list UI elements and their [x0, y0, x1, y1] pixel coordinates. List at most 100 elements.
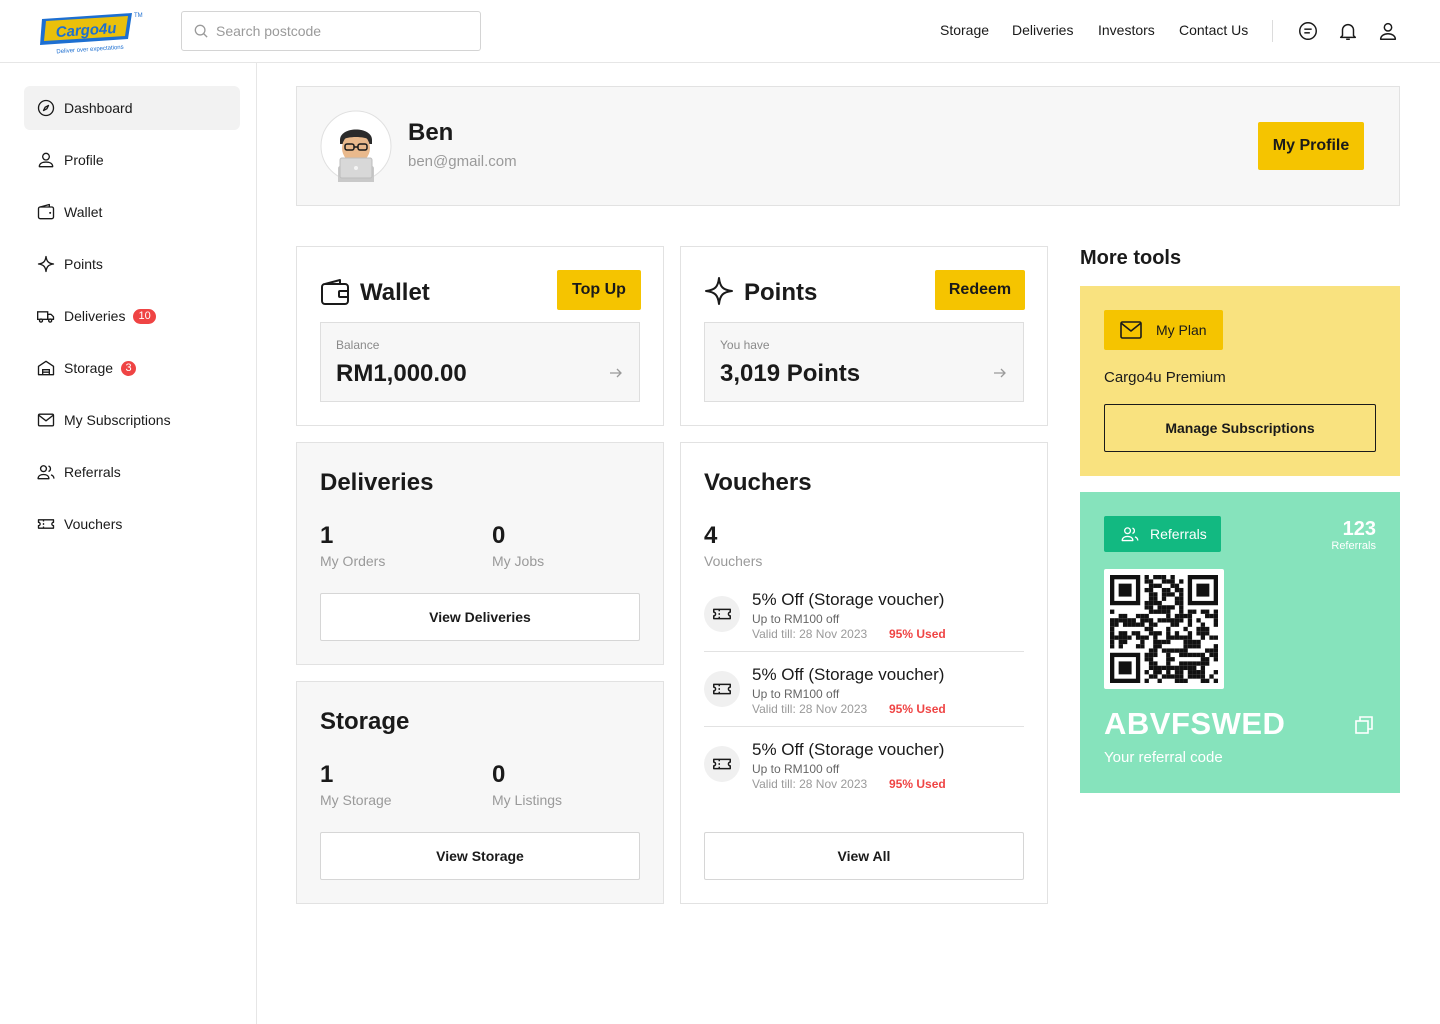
search-input[interactable] [216, 23, 466, 39]
chat-icon[interactable] [1297, 20, 1319, 42]
wallet-icon [37, 203, 55, 220]
my-jobs-value: 0 [492, 522, 506, 549]
sidebar-item-deliveries[interactable]: Deliveries 10 [24, 294, 240, 338]
points-card: Points Redeem You have 3,019 Points [680, 246, 1048, 426]
deliveries-badge: 10 [133, 308, 156, 324]
my-plan-card: My Plan Cargo4u Premium Manage Subscript… [1080, 286, 1400, 476]
view-all-vouchers-button[interactable]: View All [704, 832, 1024, 880]
sidebar-item-points[interactable]: Points [24, 242, 240, 286]
user-icon[interactable] [1377, 20, 1399, 42]
storage-card: Storage 1 My Storage 0 My Listings View … [296, 681, 664, 904]
users-icon [1121, 527, 1139, 542]
user-icon [38, 152, 54, 168]
sparkle-icon [705, 277, 733, 305]
referrals-button-label: Referrals [1150, 526, 1207, 542]
sidebar-item-vouchers[interactable]: Vouchers [24, 502, 240, 546]
voucher-title: 5% Off (Storage voucher) [752, 740, 945, 759]
compass-icon [37, 99, 55, 117]
topnav-investors[interactable]: Investors [1098, 22, 1155, 38]
wallet-icon [321, 279, 349, 305]
cargo4u-logo[interactable]: Cargo4u TM Deliver over expectations [38, 9, 148, 55]
voucher-divider [704, 726, 1024, 727]
top-up-button[interactable]: Top Up [557, 270, 641, 310]
users-icon [37, 465, 55, 480]
sidebar-item-label: Wallet [64, 204, 103, 220]
sidebar-item-label: Storage [64, 360, 114, 376]
profile-email: ben@gmail.com [408, 153, 517, 170]
ticket-icon [704, 671, 740, 707]
points-title: Points [744, 279, 818, 306]
my-storage-label: My Storage [320, 792, 392, 808]
ticket-icon [704, 596, 740, 632]
voucher-valid: Valid till: 28 Nov 2023 [752, 702, 868, 716]
my-profile-button[interactable]: My Profile [1258, 122, 1364, 170]
avatar[interactable] [320, 110, 392, 182]
referrals-count-label: Referrals [1331, 540, 1376, 552]
profile-card: Ben ben@gmail.com My Profile [296, 86, 1400, 206]
search-box[interactable] [181, 11, 481, 51]
deliveries-card: Deliveries 1 My Orders 0 My Jobs View De… [296, 442, 664, 665]
sidebar-item-dashboard[interactable]: Dashboard [24, 86, 240, 130]
truck-icon [37, 311, 55, 323]
wallet-balance-box[interactable]: Balance RM1,000.00 [320, 322, 640, 402]
sidebar-item-my-subscriptions[interactable]: My Subscriptions [24, 398, 240, 442]
voucher-item[interactable]: 5% Off (Storage voucher) Up to RM100 off… [704, 590, 1024, 671]
referrals-card: Referrals 123 Referrals ABVFSWED Your re… [1080, 492, 1400, 793]
voucher-item[interactable]: 5% Off (Storage voucher) Up to RM100 off… [704, 665, 1024, 746]
sidebar-item-label: Referrals [64, 464, 121, 480]
redeem-button[interactable]: Redeem [935, 270, 1025, 310]
bell-icon[interactable] [1337, 20, 1359, 42]
vouchers-count-label: Vouchers [704, 553, 763, 569]
sidebar-item-referrals[interactable]: Referrals [24, 450, 240, 494]
manage-subscriptions-button[interactable]: Manage Subscriptions [1104, 404, 1376, 452]
trademark: TM [134, 13, 143, 19]
topnav-storage[interactable]: Storage [940, 22, 989, 38]
points-label: You have [720, 338, 770, 352]
voucher-title: 5% Off (Storage voucher) [752, 665, 945, 684]
ticket-icon [37, 519, 55, 529]
logo-tagline: Deliver over expectations [56, 45, 124, 55]
topnav-deliveries[interactable]: Deliveries [1012, 22, 1073, 38]
voucher-valid: Valid till: 28 Nov 2023 [752, 627, 868, 641]
profile-name: Ben [408, 119, 454, 146]
my-storage-value: 1 [320, 761, 334, 788]
referrals-button[interactable]: Referrals [1104, 516, 1221, 552]
search-icon [194, 24, 208, 38]
sidebar-item-label: Deliveries [64, 308, 126, 324]
voucher-valid: Valid till: 28 Nov 2023 [752, 777, 868, 791]
sidebar-item-storage[interactable]: Storage 3 [24, 346, 240, 390]
mail-icon [37, 413, 55, 427]
points-balance-box[interactable]: You have 3,019 Points [704, 322, 1024, 402]
view-deliveries-button[interactable]: View Deliveries [320, 593, 640, 641]
voucher-item[interactable]: 5% Off (Storage voucher) Up to RM100 off… [704, 740, 1024, 821]
points-value: 3,019 Points [720, 360, 861, 387]
top-header: Cargo4u TM Deliver over expectations Sto… [0, 0, 1440, 63]
voucher-subtitle: Up to RM100 off [752, 762, 840, 776]
arrow-right-icon [994, 368, 1006, 378]
topnav-contact-us[interactable]: Contact Us [1179, 22, 1248, 38]
voucher-used: 95% Used [889, 702, 946, 716]
voucher-divider [704, 651, 1024, 652]
warehouse-icon [37, 360, 55, 376]
plan-name: Cargo4u Premium [1104, 369, 1226, 386]
view-storage-button[interactable]: View Storage [320, 832, 640, 880]
more-tools-title: More tools [1080, 247, 1182, 269]
sidebar-item-label: Vouchers [64, 516, 123, 532]
vouchers-count: 4 [704, 522, 718, 549]
my-listings-value: 0 [492, 761, 506, 788]
storage-title: Storage [320, 708, 410, 735]
voucher-subtitle: Up to RM100 off [752, 612, 840, 626]
qr-code [1104, 569, 1224, 689]
balance-value: RM1,000.00 [336, 360, 467, 387]
referral-code-label: Your referral code [1104, 749, 1223, 766]
wallet-title: Wallet [360, 279, 430, 306]
my-listings-label: My Listings [492, 792, 563, 808]
copy-icon[interactable] [1354, 715, 1374, 735]
my-plan-button[interactable]: My Plan [1104, 310, 1223, 350]
sidebar-item-wallet[interactable]: Wallet [24, 190, 240, 234]
mail-icon [1120, 321, 1142, 339]
sidebar-item-profile[interactable]: Profile [24, 138, 240, 182]
referral-code[interactable]: ABVFSWED [1104, 706, 1285, 742]
voucher-used: 95% Used [889, 627, 946, 641]
arrow-right-icon [610, 368, 622, 378]
